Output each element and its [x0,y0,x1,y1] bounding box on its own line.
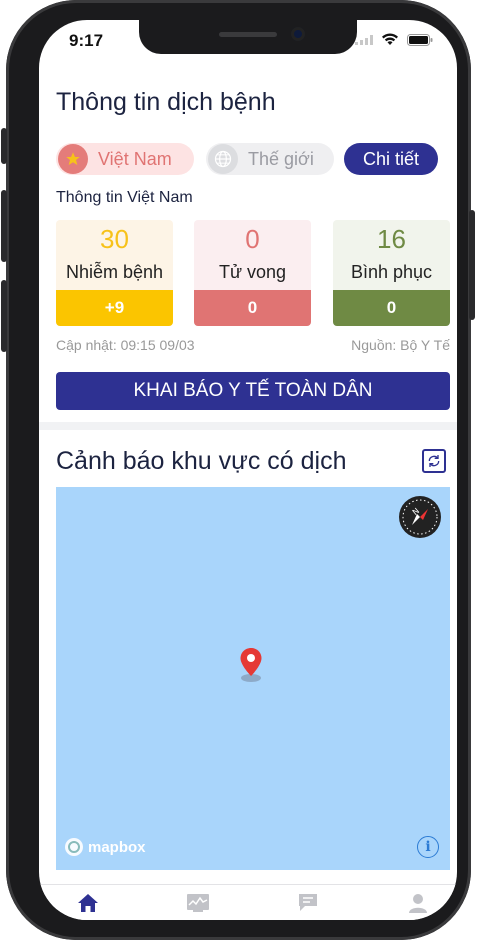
mute-switch [1,128,7,164]
signal-icon [355,34,373,45]
tab-world[interactable]: Thế giới [206,143,334,175]
section-divider [39,422,457,430]
stat-delta-infected: +9 [56,290,173,326]
person-icon[interactable] [408,893,428,918]
phone-frame: 9:17 Thông tin dịch bệnh Việt Nam Thế gi… [1,0,475,940]
updated-time: Cập nhật: 09:15 09/03 [56,337,195,353]
notch [139,20,357,54]
speaker-grille [219,32,277,37]
stat-value-recovered: 16 [377,224,406,254]
front-camera [291,27,305,41]
chat-icon[interactable] [297,893,319,918]
section-subtitle: Thông tin Việt Nam [56,189,193,206]
monitor-chart-icon[interactable] [186,893,210,918]
stat-card-infected: 30 Nhiễm bệnh +9 [56,220,173,326]
stat-value-deaths: 0 [245,224,260,254]
stat-label-deaths: Tử vong [218,262,287,282]
stat-label-infected: Nhiễm bệnh [65,262,164,282]
stat-delta-recovered: 0 [333,290,450,326]
region-tabs: Việt Nam Thế giới Chi tiết [56,143,440,177]
home-icon[interactable] [77,893,99,918]
stat-card-recovered: 16 Bình phục 0 [333,220,450,326]
status-icons [355,33,433,46]
page-title: Thông tin dịch bệnh [56,88,276,116]
battery-icon [407,33,433,46]
compass-icon[interactable]: N [399,496,441,538]
power-button [469,210,475,320]
volume-up-button [1,190,7,262]
tab-vietnam-label: Việt Nam [98,148,172,169]
mapbox-wordmark: mapbox [88,838,146,856]
health-declaration-button[interactable]: KHAI BÁO Y TẾ TOÀN DÂN [56,372,450,410]
bottom-tab-bar [39,884,457,920]
mapbox-mark-icon [65,838,83,856]
mapbox-logo: mapbox [64,837,146,857]
detail-button[interactable]: Chi tiết [344,143,438,175]
outbreak-map[interactable]: N mapbox i [56,487,450,870]
volume-down-button [1,280,7,352]
status-time: 9:17 [69,31,104,50]
warning-section-title: Cảnh báo khu vực có dịch [56,447,347,475]
star-icon [58,144,88,174]
info-icon[interactable]: i [417,836,439,858]
stat-card-deaths: 0 Tử vong 0 [194,220,311,326]
svg-text:N: N [411,506,421,517]
app-screen: 9:17 Thông tin dịch bệnh Việt Nam Thế gi… [39,20,457,920]
stat-delta-deaths: 0 [194,290,311,326]
globe-icon [208,144,238,174]
data-source: Nguồn: Bộ Y Tế [351,337,450,353]
refresh-icon[interactable] [422,449,446,473]
stat-label-recovered: Bình phục [350,262,433,282]
tab-world-label: Thế giới [248,148,314,169]
tab-vietnam[interactable]: Việt Nam [56,143,194,175]
wifi-icon [382,33,398,45]
stat-value-infected: 30 [100,224,129,254]
location-pin-icon[interactable] [239,647,263,688]
